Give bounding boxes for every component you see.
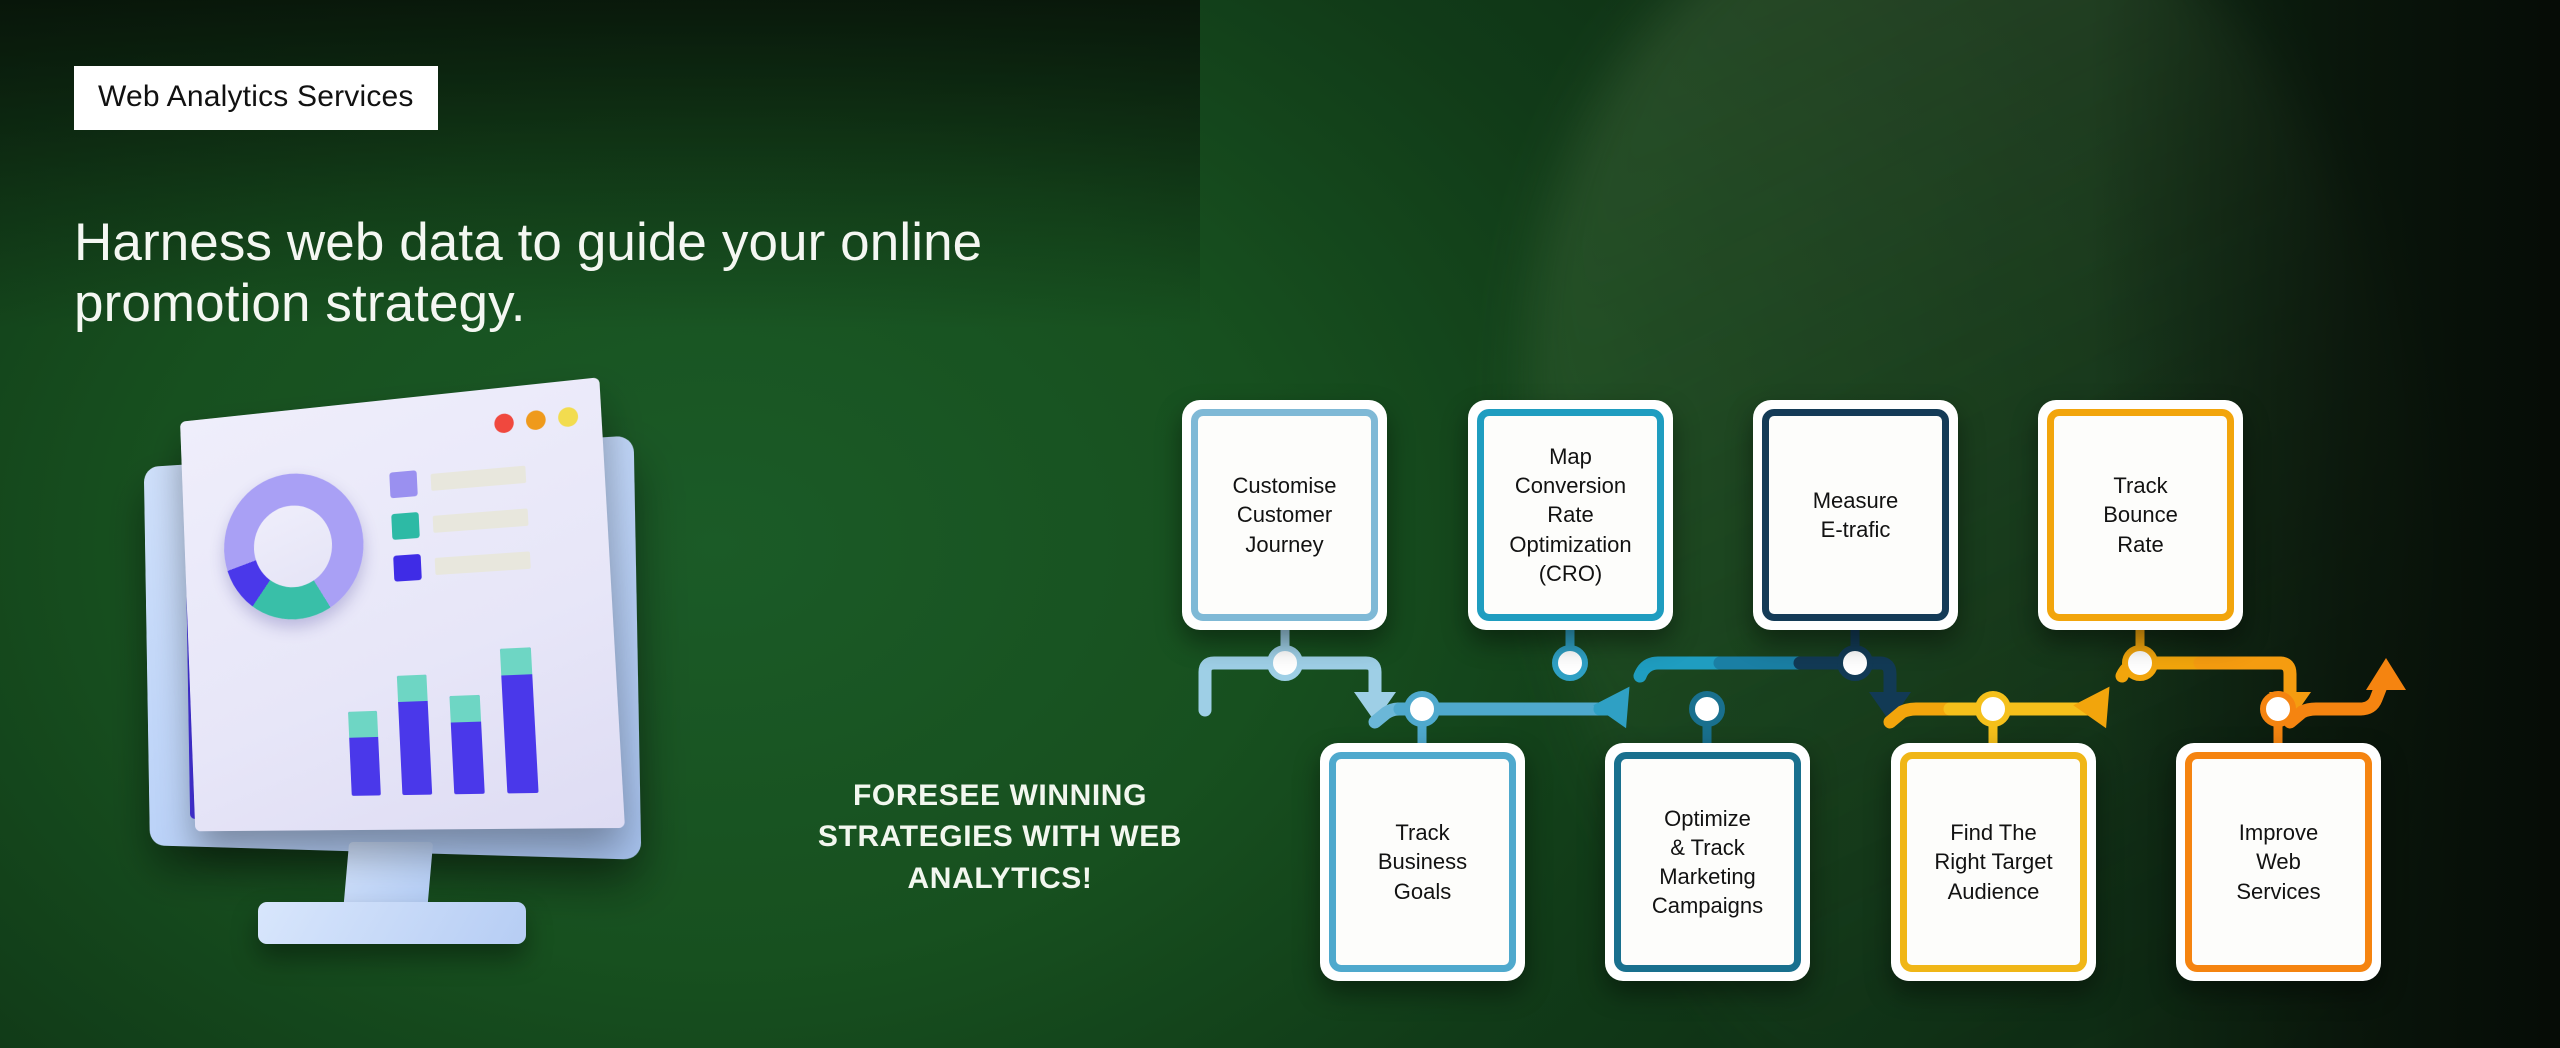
flow-node-improve-web-services[interactable]: Improve Web Services	[2176, 743, 2381, 981]
flow-node-find-right-target-audience[interactable]: Find The Right Target Audience	[1891, 743, 2096, 981]
legend-swatch-teal-icon	[391, 511, 420, 540]
flow-node-border: Customise Customer Journey	[1191, 409, 1378, 621]
monitor-screen-card	[180, 377, 625, 832]
flow-node-label: Measure E-trafic	[1812, 487, 1899, 542]
analytics-monitor-illustration	[110, 377, 690, 990]
flow-node-measure-e-trafic[interactable]: Measure E-trafic	[1753, 400, 1958, 630]
flow-node-optimize-track-marketing-campaigns[interactable]: Optimize & Track Marketing Campaigns	[1605, 743, 1810, 981]
bar-column	[396, 674, 433, 796]
donut-chart-icon	[221, 467, 367, 624]
flow-node-customise-customer-journey[interactable]: Customise Customer Journey	[1182, 400, 1387, 630]
bar-chart-icon	[346, 647, 539, 796]
web-analytics-banner: Web Analytics Services Harness web data …	[0, 0, 2560, 1048]
flow-caption: FORESEE WINNING STRATEGIES WITH WEB ANAL…	[817, 779, 1183, 895]
legend-swatch-purple-icon	[389, 470, 418, 499]
window-control-dots	[493, 406, 579, 434]
connector-stems-bottom	[1417, 713, 2283, 750]
flow-node-label: Find The Right Target Audience	[1934, 820, 2053, 904]
flow-node-border: Track Business Goals	[1329, 752, 1516, 972]
chart-legend	[389, 461, 531, 582]
flow-node-border: Find The Right Target Audience	[1900, 752, 2087, 972]
flow-node-label: Customise Customer Journey	[1232, 473, 1337, 557]
flow-node-label: Optimize & Track Marketing Campaigns	[1651, 805, 1764, 919]
flow-node-track-bounce-rate[interactable]: Track Bounce Rate	[2038, 400, 2243, 630]
legend-item	[389, 461, 527, 499]
flow-node-map-cro[interactable]: Map Conversion Rate Optimization (CRO)	[1468, 400, 1673, 630]
flow-node-border: Improve Web Services	[2185, 752, 2372, 972]
connector-segment-3	[1713, 656, 1957, 729]
connector-segment-2	[1393, 656, 1727, 729]
legend-placeholder-bar	[434, 550, 531, 575]
bar-column	[348, 710, 381, 796]
flow-node-border: Measure E-trafic	[1762, 409, 1949, 621]
hero-headline: Harness web data to guide your online pr…	[74, 213, 983, 334]
flow-node-border: Optimize & Track Marketing Campaigns	[1614, 752, 1801, 972]
flow-node-label: Map Conversion Rate Optimization (CRO)	[1509, 444, 1632, 586]
connector-segment-5	[2193, 656, 2406, 729]
legend-item	[393, 546, 531, 582]
connector-nodes	[1267, 645, 2296, 727]
legend-item	[391, 503, 529, 540]
connector-stems-top	[1280, 625, 2145, 660]
legend-placeholder-bar	[432, 507, 529, 533]
flow-node-label: Track Business Goals	[1377, 820, 1468, 904]
legend-swatch-blue-icon	[393, 553, 422, 582]
flow-node-track-business-goals[interactable]: Track Business Goals	[1320, 743, 1525, 981]
service-badge: Web Analytics Services	[74, 66, 438, 130]
connector-segment-1	[1198, 656, 1429, 729]
legend-placeholder-bar	[430, 465, 527, 491]
window-minimize-dot-icon	[525, 409, 547, 431]
bar-column	[449, 694, 485, 795]
bar-column	[499, 647, 539, 794]
window-close-dot-icon	[493, 412, 515, 434]
flow-node-border: Track Bounce Rate	[2047, 409, 2234, 621]
flow-node-border: Map Conversion Rate Optimization (CRO)	[1477, 409, 1664, 621]
flow-node-label: Improve Web Services	[2236, 820, 2321, 904]
monitor-stand-base	[258, 902, 526, 944]
connector-segment-4	[1943, 656, 2207, 729]
window-maximize-dot-icon	[557, 406, 579, 428]
flow-node-label: Track Bounce Rate	[2103, 473, 2178, 557]
